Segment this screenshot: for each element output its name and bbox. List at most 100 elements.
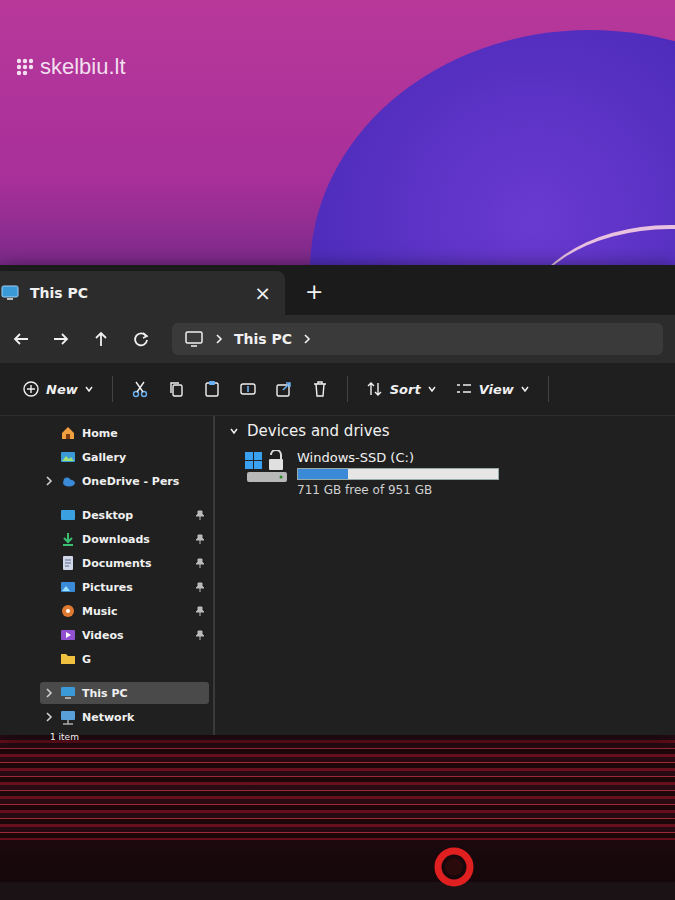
pin-slot (195, 606, 205, 616)
pin-slot (195, 712, 205, 722)
pin-slot (195, 688, 205, 698)
forward-arrow-icon[interactable] (52, 330, 70, 348)
chevron-down-icon (520, 384, 530, 394)
status-bar: 1 item (40, 728, 209, 744)
sidebar-label: Gallery (82, 451, 189, 464)
close-button[interactable]: × (254, 283, 271, 303)
sidebar-item[interactable]: Pictures (40, 576, 209, 598)
pin-icon (195, 606, 205, 616)
address-bar[interactable]: This PC (172, 323, 663, 355)
command-bar: New Sort View (0, 363, 675, 416)
sidebar-item[interactable]: Gallery (40, 446, 209, 468)
sidebar-item[interactable]: Videos (40, 624, 209, 646)
explorer-window: This PC×+This PCNewSortViewHomeGalleryOn… (0, 265, 675, 735)
group-toggle[interactable] (229, 422, 239, 440)
music-icon (60, 603, 76, 619)
chevron-right-icon (44, 475, 54, 487)
sidebar-item[interactable]: Music (40, 600, 209, 622)
breadcrumb[interactable]: This PC (234, 331, 292, 347)
explorer-body: Home Gallery OneDrive - Pers DesktopDownloa… (0, 416, 675, 735)
sidebar-label: G (82, 653, 189, 666)
view-label: View (479, 382, 514, 397)
monitor-icon (184, 330, 204, 348)
drive-name: Windows-SSD (C:) (297, 450, 499, 465)
view-icon (455, 380, 473, 398)
tab-title: This PC (30, 285, 244, 301)
tab-bar: This PC × + (0, 265, 675, 315)
cut-icon[interactable] (131, 380, 149, 398)
sidebar-item[interactable]: Network (40, 706, 209, 728)
chevron-down-icon (84, 384, 94, 394)
copy-icon[interactable] (167, 380, 185, 398)
chevron-right-icon (302, 333, 312, 345)
up-arrow-icon[interactable] (92, 330, 110, 348)
new-tab-button[interactable]: + (293, 281, 335, 315)
back-arrow-icon[interactable] (12, 330, 30, 348)
sidebar-section: This PC Network (40, 682, 209, 728)
pin-slot (195, 582, 205, 592)
pin-icon (195, 558, 205, 568)
sidebar-label: Videos (82, 629, 189, 642)
sidebar-item[interactable]: Desktop (40, 504, 209, 526)
separator (548, 376, 549, 402)
paste-icon[interactable] (203, 380, 221, 398)
watermark-text: skelbiu.lt (40, 54, 126, 80)
network-icon (60, 709, 76, 725)
desktop-wallpaper: skelbiu.ltThis PC×+This PCNewSortViewHom… (0, 0, 675, 900)
new-button[interactable]: New (22, 380, 94, 398)
plus-circle-icon (22, 380, 40, 398)
pin-icon (195, 630, 205, 640)
sidebar-label: Network (82, 711, 189, 724)
pin-slot (195, 654, 205, 664)
chevron-right-icon (44, 711, 54, 723)
watermark: skelbiu.lt (16, 54, 126, 80)
delete-icon[interactable] (311, 380, 329, 398)
documents-icon (60, 555, 76, 571)
folder-icon (60, 651, 76, 667)
sidebar-label: OneDrive - Pers (82, 475, 189, 488)
share-icon[interactable] (275, 380, 293, 398)
pin-icon (195, 510, 205, 520)
red-ring-logo-icon (432, 845, 476, 889)
cloud-icon (60, 473, 76, 489)
wallpaper-reflection (0, 740, 675, 840)
taskbar (0, 882, 675, 900)
sidebar-item[interactable]: Home (40, 422, 209, 444)
sidebar-label: Documents (82, 557, 189, 570)
sidebar-section: Home Gallery OneDrive - Pers (40, 422, 209, 492)
tab[interactable]: This PC × (0, 271, 285, 315)
windows-drive-icon (243, 450, 289, 490)
chevron-down-icon (427, 384, 437, 394)
pin-slot (195, 558, 205, 568)
pin-slot (195, 428, 205, 438)
this-pc-icon (0, 284, 20, 302)
sidebar-label: This PC (82, 687, 189, 700)
pin-slot (195, 630, 205, 640)
sidebar-item[interactable]: Downloads (40, 528, 209, 550)
group-title: Devices and drives (247, 422, 390, 440)
sidebar-item[interactable]: OneDrive - Pers (40, 470, 209, 492)
usage-fill (298, 469, 348, 479)
content-pane: Devices and drives Windows-SSD (C:)711 GB… (215, 416, 675, 735)
videos-icon (60, 627, 76, 643)
sidebar-label: Home (82, 427, 189, 440)
sidebar-item[interactable]: G (40, 648, 209, 670)
sort-icon (366, 380, 384, 398)
expander[interactable] (44, 711, 54, 723)
dots-logo-icon (16, 58, 34, 76)
expander[interactable] (44, 687, 54, 699)
drive-info: Windows-SSD (C:)711 GB free of 951 GB (297, 450, 499, 497)
download-icon (60, 531, 76, 547)
view-button[interactable]: View (455, 380, 530, 398)
sort-button[interactable]: Sort (366, 380, 437, 398)
sidebar-item[interactable]: Documents (40, 552, 209, 574)
group-header[interactable]: Devices and drives (229, 422, 661, 440)
sidebar-label: Music (82, 605, 189, 618)
separator (112, 376, 113, 402)
expander[interactable] (44, 475, 54, 487)
rename-icon[interactable] (239, 380, 257, 398)
drive-tile[interactable]: Windows-SSD (C:)711 GB free of 951 GB (239, 448, 661, 499)
chevron-right-icon (44, 687, 54, 699)
refresh-icon[interactable] (132, 330, 150, 348)
sidebar-item[interactable]: This PC (40, 682, 209, 704)
